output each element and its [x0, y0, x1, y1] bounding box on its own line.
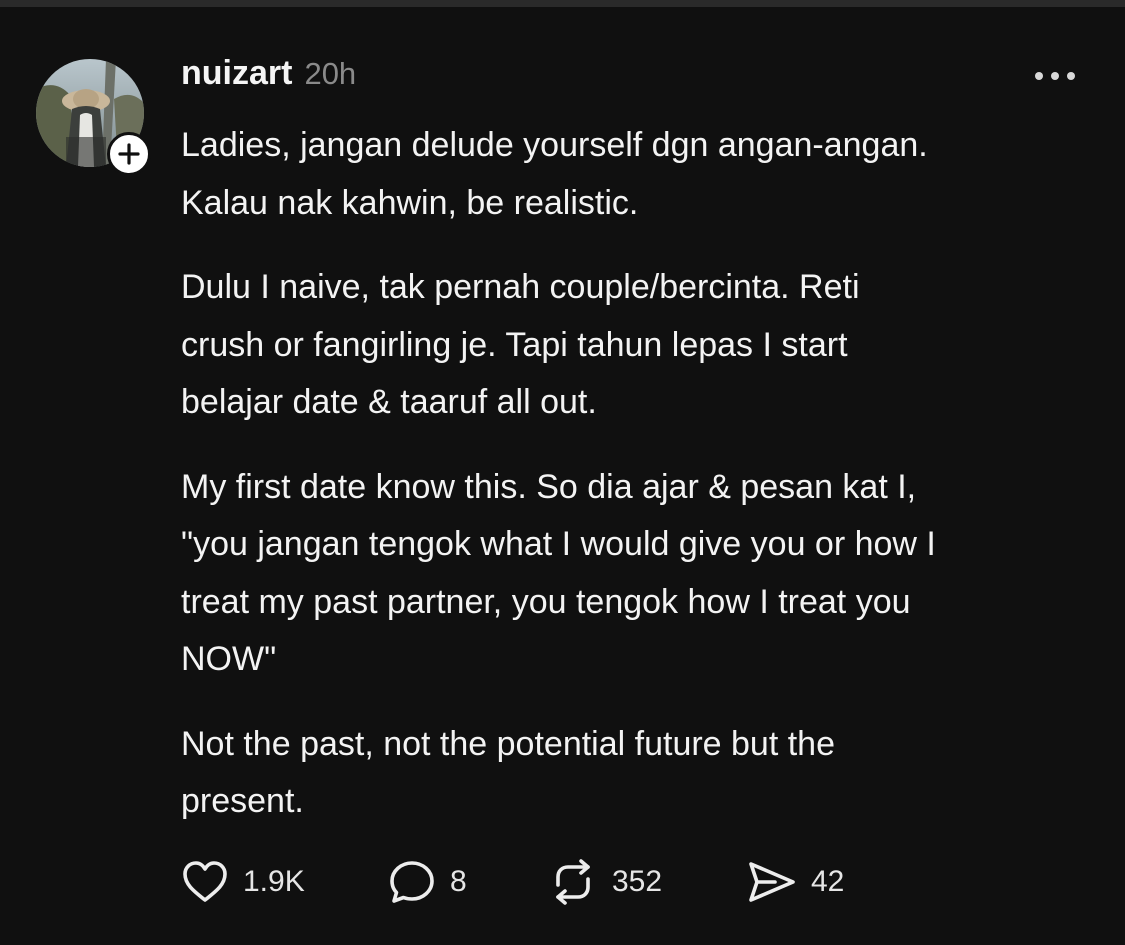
- text-line: crush or fangirling je. Tapi tahun lepas…: [181, 325, 848, 364]
- text-line: present.: [181, 782, 304, 820]
- comment-button[interactable]: 8: [388, 859, 467, 905]
- avatar-container[interactable]: [36, 59, 151, 176]
- text-line: NOW": [181, 640, 277, 678]
- text-line: Ladies, jangan delude yourself dgn angan…: [181, 126, 928, 164]
- text-line: treat my past partner, you tengok how I …: [181, 582, 911, 621]
- timestamp: 20h: [304, 56, 357, 91]
- like-button[interactable]: 1.9K: [181, 859, 305, 905]
- post-header: nuizart 20h: [181, 54, 356, 96]
- more-options-button[interactable]: [1030, 65, 1080, 87]
- comment-count: 8: [450, 865, 467, 898]
- text-line: Not the past, not the potential future b…: [181, 724, 836, 763]
- thread-post: nuizart 20h Ladies, jangan delude yourse…: [0, 7, 1125, 945]
- text-line: Dulu I naive, tak pernah couple/bercinta…: [181, 268, 860, 306]
- text-line: Kalau nak kahwin, be realistic.: [181, 183, 639, 222]
- share-count: 42: [811, 865, 845, 898]
- paragraph: My first date know this. So dia ajar & p…: [181, 459, 1101, 689]
- paragraph: Ladies, jangan delude yourself dgn angan…: [181, 117, 1101, 232]
- action-bar: 1.9K 8 352 42: [181, 859, 901, 905]
- repost-icon: [556, 859, 590, 905]
- text-line: belajar date & taaruf all out.: [181, 383, 597, 421]
- more-dots-icon: [1035, 72, 1075, 80]
- text-line: "you jangan tengok what I would give you…: [181, 525, 936, 563]
- heart-icon: [183, 861, 227, 902]
- follow-button[interactable]: [107, 132, 151, 176]
- comment-bubble-icon: [390, 861, 434, 903]
- text-line: My first date know this. So dia ajar & p…: [181, 467, 917, 506]
- like-count: 1.9K: [243, 865, 305, 898]
- username[interactable]: nuizart: [181, 54, 292, 93]
- paragraph: Not the past, not the potential future b…: [181, 716, 1101, 831]
- share-button[interactable]: 42: [747, 859, 844, 905]
- send-icon: [749, 862, 795, 902]
- post-body: Ladies, jangan delude yourself dgn angan…: [181, 117, 1101, 858]
- paragraph: Dulu I naive, tak pernah couple/bercinta…: [181, 259, 1101, 432]
- top-divider: [0, 0, 1125, 7]
- plus-icon: [118, 143, 140, 165]
- repost-count: 352: [612, 865, 663, 898]
- repost-button[interactable]: 352: [548, 859, 662, 905]
